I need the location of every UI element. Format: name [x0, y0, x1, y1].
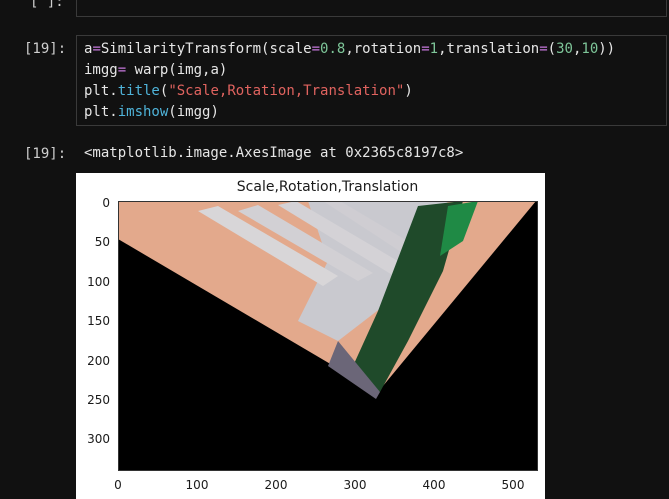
x-tick-label: 300 — [343, 478, 367, 492]
code-line-2: imgg= warp(img,a) — [84, 62, 228, 78]
cell-input-prompt: [19]: — [24, 41, 67, 57]
cell-output-prompt: [19]: — [24, 146, 67, 162]
y-tick-label: 250 — [87, 393, 110, 407]
plot-title: Scale,Rotation,Translation — [236, 179, 419, 195]
code-cell-input[interactable]: a=SimilarityTransform(scale=0.8,rotation… — [76, 35, 667, 126]
x-tick-label: 500 — [501, 478, 525, 492]
output-text: <matplotlib.image.AxesImage at 0x2365c81… — [84, 145, 464, 161]
y-tick-label: 150 — [87, 314, 110, 328]
prev-cell-input[interactable] — [76, 0, 667, 17]
code-line-3: plt.title("Scale,Rotation,Translation") — [84, 83, 413, 99]
y-tick-label: 100 — [87, 275, 110, 289]
x-tick-label: 100 — [185, 478, 209, 492]
code-line-1: a=SimilarityTransform(scale=0.8,rotation… — [84, 41, 616, 57]
x-tick-label: 200 — [264, 478, 288, 492]
y-tick-label: 300 — [87, 432, 110, 446]
y-tick-label: 0 — [102, 196, 110, 210]
plot-axes — [118, 201, 538, 471]
x-tick-label: 0 — [114, 478, 122, 492]
prev-cell-prompt: [ ]: — [30, 0, 64, 10]
x-tick-label: 400 — [422, 478, 446, 492]
y-tick-label: 200 — [87, 354, 110, 368]
y-tick-label: 50 — [94, 235, 110, 249]
code-line-4: plt.imshow(imgg) — [84, 104, 219, 120]
